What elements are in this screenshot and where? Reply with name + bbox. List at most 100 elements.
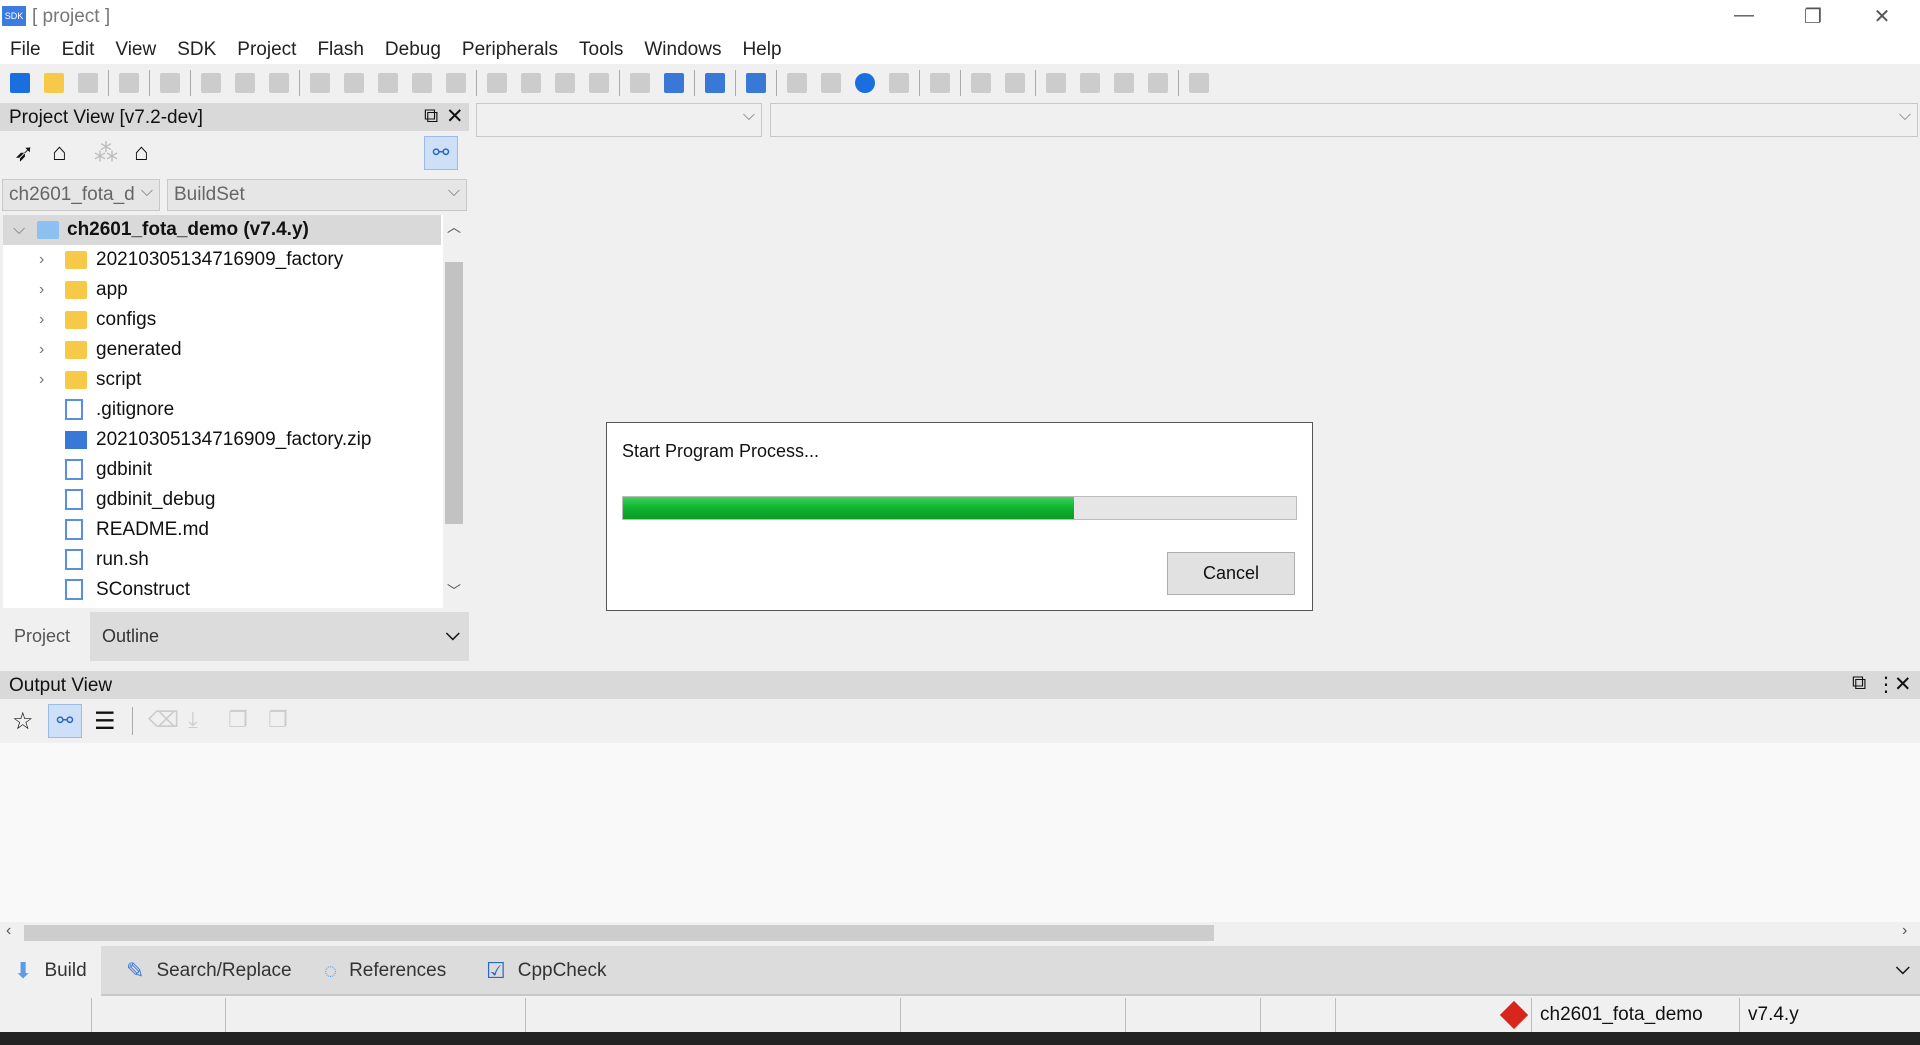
project-combo[interactable]: ch2601_fota_d ⌵ — [2, 179, 160, 211]
indent-icon[interactable]: ☰ — [94, 707, 116, 736]
paste-icon[interactable]: ❐ — [268, 707, 288, 733]
tab-build[interactable]: ⬇ Build — [0, 946, 101, 996]
star-icon[interactable]: ☆ — [12, 707, 34, 736]
menu-tools[interactable]: Tools — [579, 34, 634, 64]
toolbar-tool-icon[interactable] — [626, 69, 654, 97]
minimize-button[interactable]: — — [1724, 4, 1764, 30]
toolbar-tool-icon[interactable] — [340, 69, 368, 97]
float-icon[interactable]: ⧉ — [1852, 672, 1866, 695]
toolbar-tool-icon[interactable] — [817, 69, 845, 97]
toolbar-tool-icon[interactable] — [74, 69, 102, 97]
toolbar-tool-icon[interactable] — [40, 69, 68, 97]
toolbar-tool-icon[interactable] — [156, 69, 184, 97]
toolbar-tool-icon[interactable] — [517, 69, 545, 97]
toolbar-tool-icon[interactable] — [1110, 69, 1138, 97]
link-icon[interactable]: ⚯ — [48, 704, 82, 738]
toolbar-tool-icon[interactable] — [231, 69, 259, 97]
tree-item[interactable]: 20210305134716909_factory.zip — [3, 425, 441, 455]
scroll-right-icon[interactable]: › — [1902, 922, 1907, 940]
close-button[interactable]: ✕ — [1862, 4, 1902, 30]
navigate-icon[interactable]: ➶ — [14, 139, 34, 168]
chevron-down-icon[interactable]: ⌵ — [1896, 958, 1910, 979]
tab-search-replace[interactable]: ✎ Search/Replace — [112, 946, 306, 996]
tree-item[interactable]: › generated — [3, 335, 441, 365]
toolbar-tool-icon[interactable] — [1076, 69, 1104, 97]
save-log-icon[interactable]: ⤓ — [188, 707, 198, 733]
tree-item[interactable]: .gitignore — [3, 395, 441, 425]
toolbar-tool-icon[interactable] — [967, 69, 995, 97]
tree-item[interactable]: README.md — [3, 515, 441, 545]
symbol-combo[interactable]: ⌵ — [476, 103, 762, 137]
tree-item[interactable]: › script — [3, 365, 441, 395]
toolbar-tool-icon[interactable] — [408, 69, 436, 97]
chevron-down-icon[interactable]: ⌵ — [13, 215, 25, 245]
menu-project[interactable]: Project — [237, 34, 307, 64]
toolbar-tool-icon[interactable] — [885, 69, 913, 97]
git-branch[interactable]: ch2601_fota_demo — [1499, 998, 1739, 1032]
building-icon[interactable]: ⌂ — [52, 139, 67, 167]
output-text-area[interactable] — [0, 743, 1920, 922]
tab-project[interactable]: Project — [0, 612, 90, 661]
chevron-right-icon[interactable]: › — [39, 275, 44, 305]
chevron-right-icon[interactable]: › — [39, 365, 44, 395]
menu-windows[interactable]: Windows — [644, 34, 732, 64]
menu-view[interactable]: View — [115, 34, 167, 64]
tree-item[interactable]: SConstruct — [3, 575, 441, 605]
buildset-combo[interactable]: BuildSet ⌵ — [167, 179, 467, 211]
tree-item[interactable]: gdbinit_debug — [3, 485, 441, 515]
tree-item[interactable]: › 20210305134716909_factory — [3, 245, 441, 275]
menu-edit[interactable]: Edit — [62, 34, 106, 64]
tree-root[interactable]: ⌵ ch2601_fota_demo (v7.4.y) — [3, 215, 441, 245]
toolbar-tool-icon[interactable] — [585, 69, 613, 97]
chevron-down-icon[interactable]: ⌵ — [446, 624, 460, 645]
tree-item[interactable]: run.sh — [3, 545, 441, 575]
tree-scroll-thumb[interactable] — [445, 262, 463, 524]
toolbar-tool-icon[interactable] — [442, 69, 470, 97]
toolbar-tool-icon[interactable] — [701, 69, 729, 97]
toolbar-tool-icon[interactable] — [1001, 69, 1029, 97]
toolbar-tool-icon[interactable] — [783, 69, 811, 97]
tree-icon[interactable]: ⁂ — [94, 139, 118, 168]
toolbar-tool-icon[interactable] — [1144, 69, 1172, 97]
toolbar-tool-icon[interactable] — [265, 69, 293, 97]
float-icon[interactable]: ⧉ — [424, 105, 438, 128]
toolbar-tool-icon[interactable] — [115, 69, 143, 97]
toolbar-tool-icon[interactable] — [374, 69, 402, 97]
chevron-right-icon[interactable]: › — [39, 335, 44, 365]
toolbar-tool-icon[interactable] — [197, 69, 225, 97]
tab-cppcheck[interactable]: ☑ CppCheck — [472, 946, 620, 996]
toolbar-tool-icon[interactable] — [1042, 69, 1070, 97]
scroll-down-icon[interactable]: ﹀ — [447, 581, 461, 601]
clear-icon[interactable]: ⌫ — [148, 707, 179, 733]
scroll-up-icon[interactable]: ︿ — [447, 217, 461, 237]
menu-help[interactable]: Help — [742, 34, 792, 64]
chevron-right-icon[interactable]: › — [39, 245, 44, 275]
more-icon[interactable]: ⋮ — [1876, 672, 1896, 697]
home-icon[interactable]: ⌂ — [134, 139, 149, 167]
chevron-right-icon[interactable]: › — [39, 305, 44, 335]
tree-item[interactable]: gdbinit — [3, 455, 441, 485]
menu-peripherals[interactable]: Peripherals — [462, 34, 569, 64]
close-panel-icon[interactable]: ✕ — [446, 104, 464, 129]
toolbar-tool-icon[interactable] — [306, 69, 334, 97]
toolbar-tool-icon[interactable] — [551, 69, 579, 97]
toolbar-tool-icon[interactable] — [742, 69, 770, 97]
close-panel-icon[interactable]: ✕ — [1894, 672, 1912, 697]
tab-references[interactable]: ◌ References — [310, 946, 460, 996]
restore-button[interactable]: ❐ — [1793, 4, 1833, 30]
output-scroll-thumb[interactable] — [24, 925, 1214, 941]
toolbar-tool-icon[interactable] — [483, 69, 511, 97]
toolbar-tool-icon[interactable] — [851, 69, 879, 97]
copy-icon[interactable]: ❐ — [228, 707, 248, 733]
menu-flash[interactable]: Flash — [317, 34, 374, 64]
menu-file[interactable]: File — [10, 34, 52, 64]
toolbar-tool-icon[interactable] — [6, 69, 34, 97]
toolbar-tool-icon[interactable] — [1185, 69, 1213, 97]
menu-sdk[interactable]: SDK — [177, 34, 227, 64]
tree-item[interactable]: › app — [3, 275, 441, 305]
tab-outline[interactable]: Outline — [90, 612, 469, 661]
toolbar-tool-icon[interactable] — [926, 69, 954, 97]
function-combo[interactable]: ⌵ — [770, 103, 1918, 137]
menu-debug[interactable]: Debug — [385, 34, 452, 64]
toolbar-tool-icon[interactable] — [660, 69, 688, 97]
